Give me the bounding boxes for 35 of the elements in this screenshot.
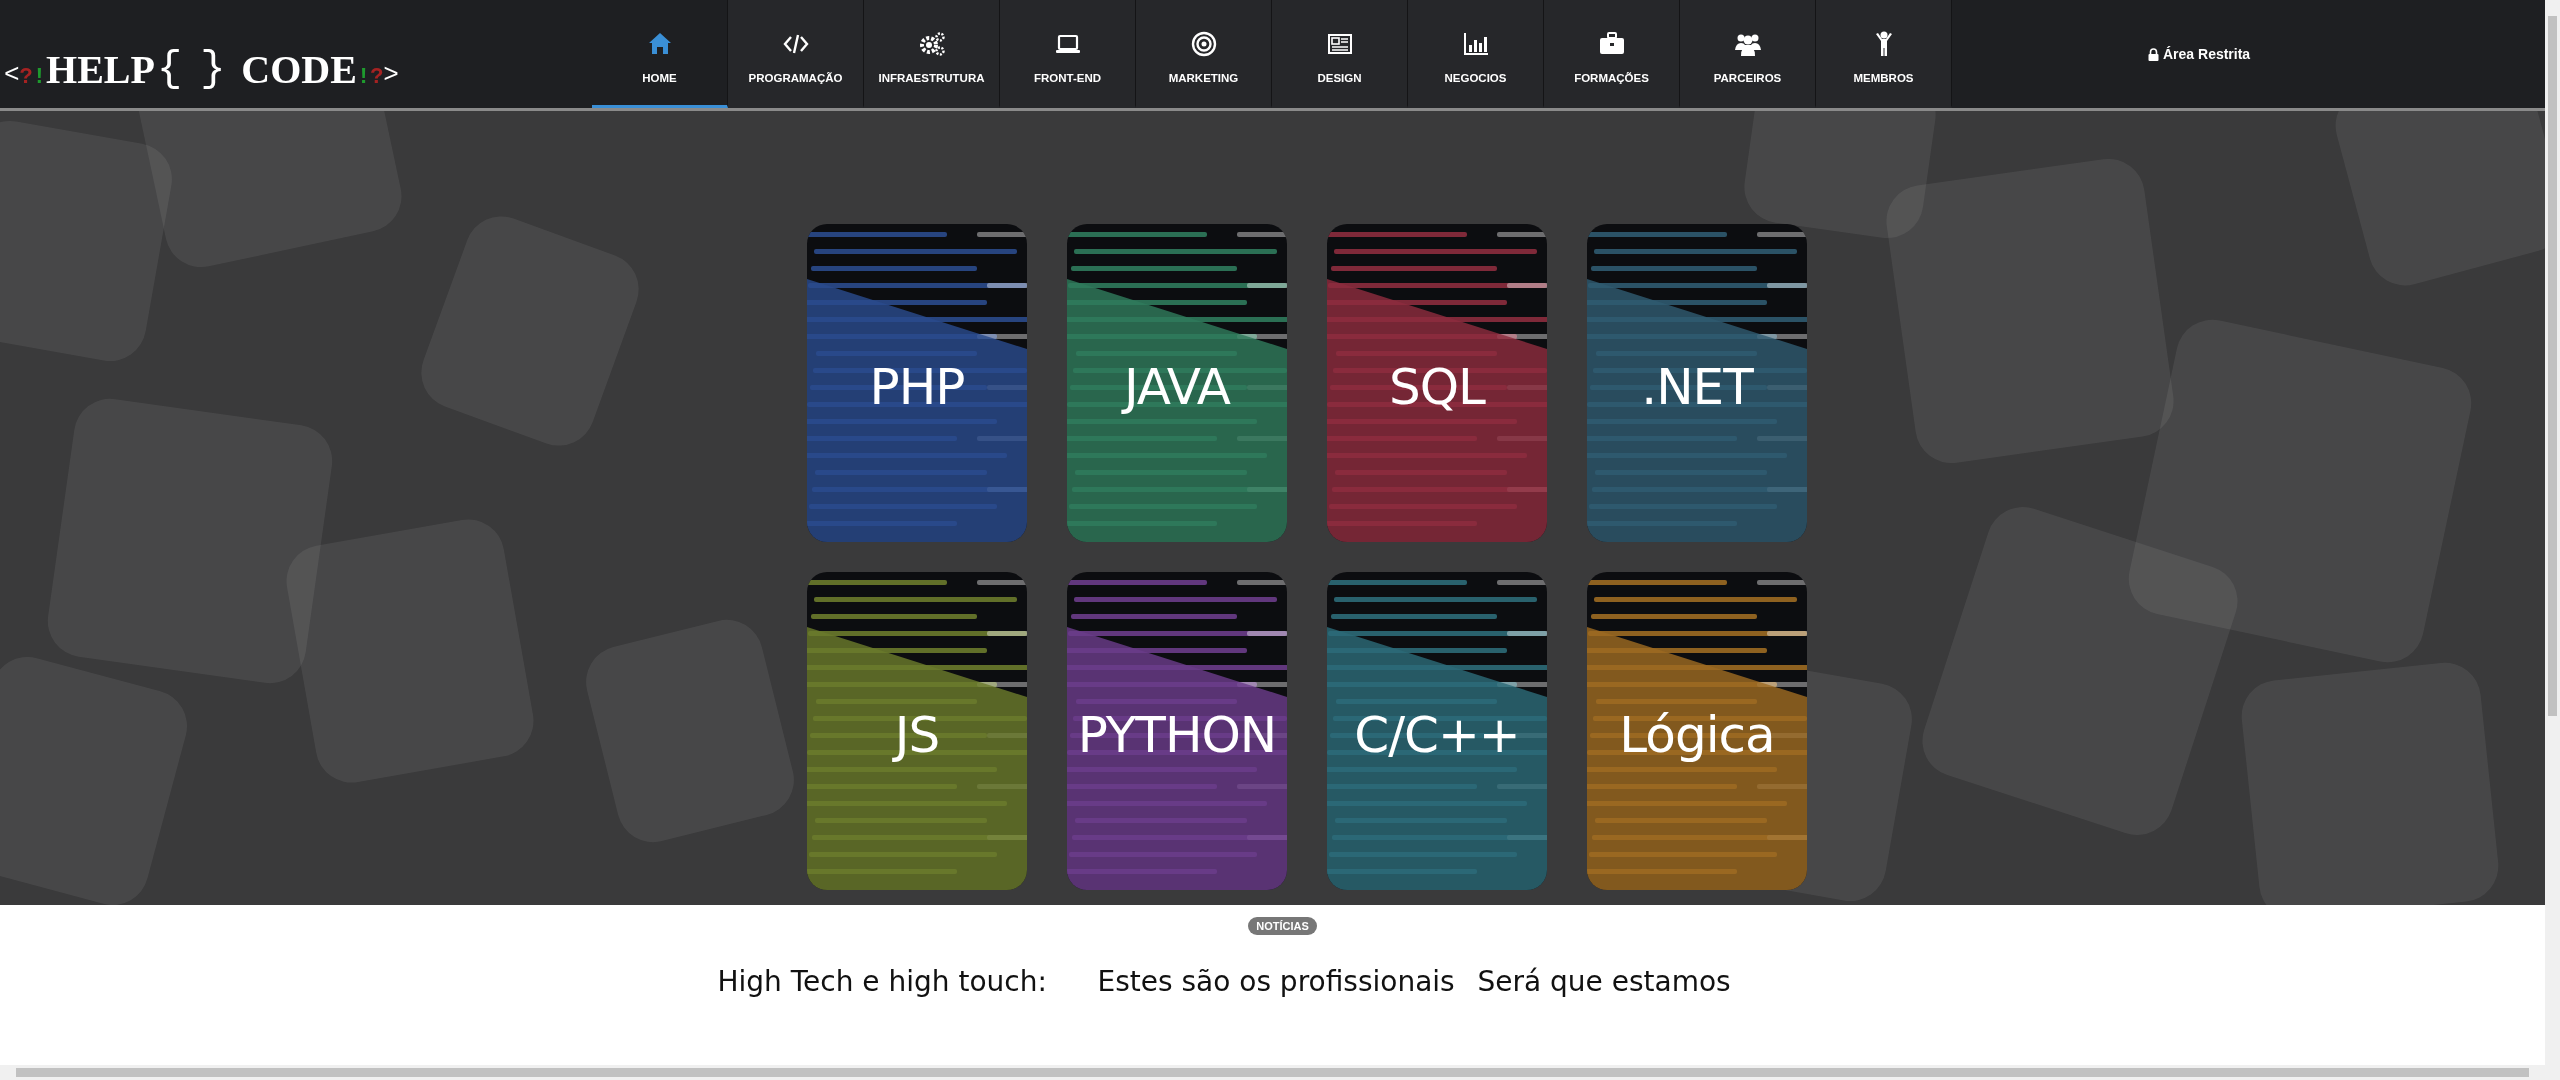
nav-tab[interactable]: FORMAÇÕES — [1544, 0, 1680, 108]
category-card[interactable]: .NET — [1587, 224, 1807, 542]
nav-tab[interactable]: NEGOCIOS — [1408, 0, 1544, 108]
category-card[interactable]: SQL — [1327, 224, 1547, 542]
news-title[interactable]: High Tech e high touch: — [717, 965, 1098, 998]
lock-icon — [2148, 47, 2159, 61]
category-card[interactable]: C/C++ — [1327, 572, 1547, 890]
horizontal-scrollbar[interactable] — [0, 1065, 2545, 1080]
category-label: PHP — [868, 358, 966, 416]
news-title[interactable]: Será que estamos — [1477, 965, 1858, 998]
nav-tab[interactable]: MARKETING — [1136, 0, 1272, 108]
nav-tab[interactable]: INFRAESTRUTURA — [864, 0, 1000, 108]
category-card[interactable]: JAVA — [1067, 224, 1287, 542]
nav-tab[interactable]: PROGRAMAÇÃO — [728, 0, 864, 108]
category-label: JAVA — [1120, 358, 1232, 416]
news-title[interactable]: Estes são os profissionais — [1097, 965, 1478, 998]
category-label: .NET — [1640, 358, 1755, 416]
category-card[interactable]: PYTHON — [1067, 572, 1287, 890]
category-label: PYTHON — [1076, 706, 1278, 764]
category-label: Lógica — [1618, 706, 1776, 764]
nav-tab[interactable]: FRONT-END — [1000, 0, 1136, 108]
nav-tab[interactable]: PARCEIROS — [1680, 0, 1816, 108]
nav-tab[interactable]: HOME — [592, 0, 728, 108]
nav-tab[interactable]: DESIGN — [1272, 0, 1408, 108]
category-label: C/C++ — [1353, 706, 1521, 764]
category-label: JS — [891, 706, 941, 764]
section-badge: NOTÍCIAS — [1248, 917, 1317, 935]
category-label: SQL — [1388, 358, 1487, 416]
logo[interactable]: <?!HELP{ } CODE!?> — [0, 0, 592, 108]
vertical-scrollbar[interactable] — [2545, 0, 2560, 1080]
category-card[interactable]: Lógica — [1587, 572, 1807, 890]
nav-tab[interactable]: MEMBROS — [1816, 0, 1952, 108]
category-card[interactable]: PHP — [807, 224, 1027, 542]
restricted-area-link[interactable]: Área Restrita — [2148, 46, 2251, 62]
category-card[interactable]: JS — [807, 572, 1027, 890]
